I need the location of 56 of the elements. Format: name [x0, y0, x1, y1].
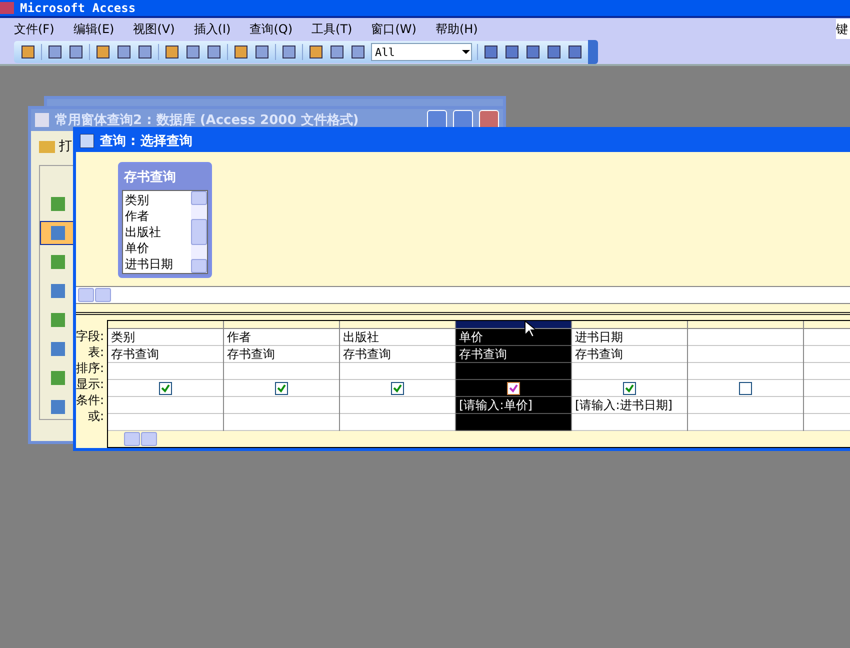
grid-column[interactable]: 出版社 存书查询: [340, 321, 456, 431]
object-item[interactable]: [40, 221, 76, 245]
grid-column[interactable]: 类别 存书查询: [108, 321, 224, 431]
criteria-cell[interactable]: [请输入:单价]: [456, 397, 572, 414]
table-cell[interactable]: 存书查询: [456, 346, 572, 363]
criteria-cell[interactable]: [请输入:进书日期]: [572, 397, 688, 414]
field-item[interactable]: 出版社: [125, 224, 189, 240]
menu-item[interactable]: 工具(T): [312, 20, 362, 38]
field-cell[interactable]: 作者: [224, 329, 340, 346]
input-field[interactable]: 键: [836, 19, 850, 39]
menu-item[interactable]: 编辑(E): [73, 20, 124, 38]
grid-column[interactable]: 单价 存书查询 [请输入:单价]: [456, 321, 572, 431]
table-cell[interactable]: 存书查询: [340, 346, 456, 363]
table-cell[interactable]: 存书查询: [224, 346, 340, 363]
field-item[interactable]: 类别: [125, 192, 189, 208]
show-checkbox[interactable]: [391, 382, 404, 394]
show-checkbox[interactable]: [159, 382, 172, 394]
field-item[interactable]: 进书日期: [125, 256, 189, 272]
caret-icon: [461, 49, 471, 55]
menu-item[interactable]: 文件(F): [14, 20, 64, 38]
scrollbar[interactable]: [76, 287, 850, 304]
window-title: 常用窗体查询2 : 数据库 (Access 2000 文件格式): [55, 112, 359, 129]
grid-column[interactable]: 进书日期 存书查询 [请输入:进书日期]: [572, 321, 688, 431]
table-cell[interactable]: 存书查询: [572, 346, 688, 363]
grid-column[interactable]: [688, 321, 804, 431]
field-item[interactable]: 单价: [125, 240, 189, 256]
menu-item[interactable]: 视图(V): [133, 20, 185, 38]
open-button[interactable]: 打: [59, 137, 72, 155]
menu-item[interactable]: 查询(Q): [250, 20, 303, 38]
row-label: 显示:: [76, 376, 104, 392]
show-checkbox[interactable]: [739, 382, 752, 394]
app-title: Microsoft Access: [20, 1, 136, 15]
column-selector[interactable]: [456, 321, 572, 329]
row-label: 排序:: [76, 360, 104, 376]
field-cell[interactable]: 类别: [108, 329, 224, 346]
show-checkbox[interactable]: [507, 382, 520, 394]
show-checkbox[interactable]: [275, 382, 288, 394]
menu-item[interactable]: 窗口(W): [371, 20, 426, 38]
row-label: 字段:: [76, 328, 104, 344]
menu-item[interactable]: 帮助(H): [435, 20, 488, 38]
menu-item[interactable]: 插入(I): [194, 20, 241, 38]
filter-dropdown[interactable]: All: [371, 43, 472, 61]
table-cell[interactable]: 存书查询: [108, 346, 224, 363]
field-cell[interactable]: 出版社: [340, 329, 456, 346]
scrollbar[interactable]: [108, 431, 850, 447]
show-checkbox[interactable]: [623, 382, 636, 394]
field-item[interactable]: 作者: [125, 208, 189, 224]
grid-column[interactable]: 作者 存书查询: [224, 321, 340, 431]
window-title: 查询 : 选择查询: [100, 133, 192, 150]
row-label: 表:: [88, 344, 104, 360]
row-label: 条件:: [76, 392, 104, 408]
row-label: 或:: [88, 408, 104, 424]
table-title: 存书查询: [122, 169, 177, 187]
table-box[interactable]: 存书查询 类别 作者 出版社 单价 进书日期: [118, 162, 212, 278]
field-cell[interactable]: 进书日期: [572, 329, 688, 346]
scrollbar[interactable]: [191, 191, 207, 273]
